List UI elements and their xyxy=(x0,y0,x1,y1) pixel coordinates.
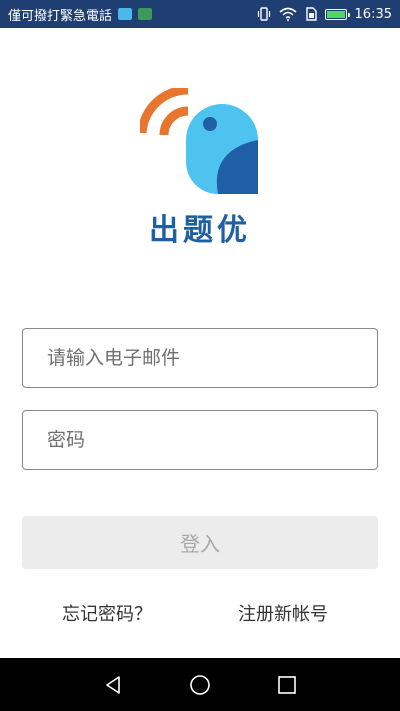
carrier-text: 僅可撥打緊急電話 xyxy=(8,8,113,24)
home-button[interactable] xyxy=(186,671,214,699)
password-field[interactable] xyxy=(22,410,378,470)
vibrate-icon xyxy=(257,7,271,21)
brand-name: 出题优 xyxy=(149,213,251,248)
password-input[interactable] xyxy=(45,428,377,452)
navigation-bar xyxy=(0,658,400,711)
status-time: 16:35 xyxy=(354,6,392,22)
email-field[interactable] xyxy=(22,328,378,388)
recents-button[interactable] xyxy=(273,671,301,699)
status-bar-left: 僅可撥打緊急電話 xyxy=(8,5,153,24)
status-bar-right: 16:35 xyxy=(257,7,392,22)
back-button[interactable] xyxy=(99,671,127,699)
app-notification-icon xyxy=(118,8,133,20)
status-bar: 僅可撥打緊急電話 16:35 xyxy=(0,0,400,28)
email-input[interactable] xyxy=(45,346,377,370)
sim-icon xyxy=(305,7,317,21)
app-logo xyxy=(137,85,264,198)
battery-level xyxy=(326,10,345,18)
recents-icon xyxy=(277,675,296,694)
login-button[interactable]: 登入 xyxy=(22,516,378,569)
wifi-icon xyxy=(279,7,297,21)
forgot-password-link[interactable]: 忘记密码？ xyxy=(62,600,152,626)
bird-logo-icon xyxy=(137,85,258,194)
register-link[interactable]: 注册新帐号 xyxy=(238,600,328,626)
home-icon xyxy=(190,674,210,695)
battery-icon xyxy=(324,8,350,20)
play-store-icon xyxy=(138,8,153,20)
back-icon xyxy=(106,675,121,694)
